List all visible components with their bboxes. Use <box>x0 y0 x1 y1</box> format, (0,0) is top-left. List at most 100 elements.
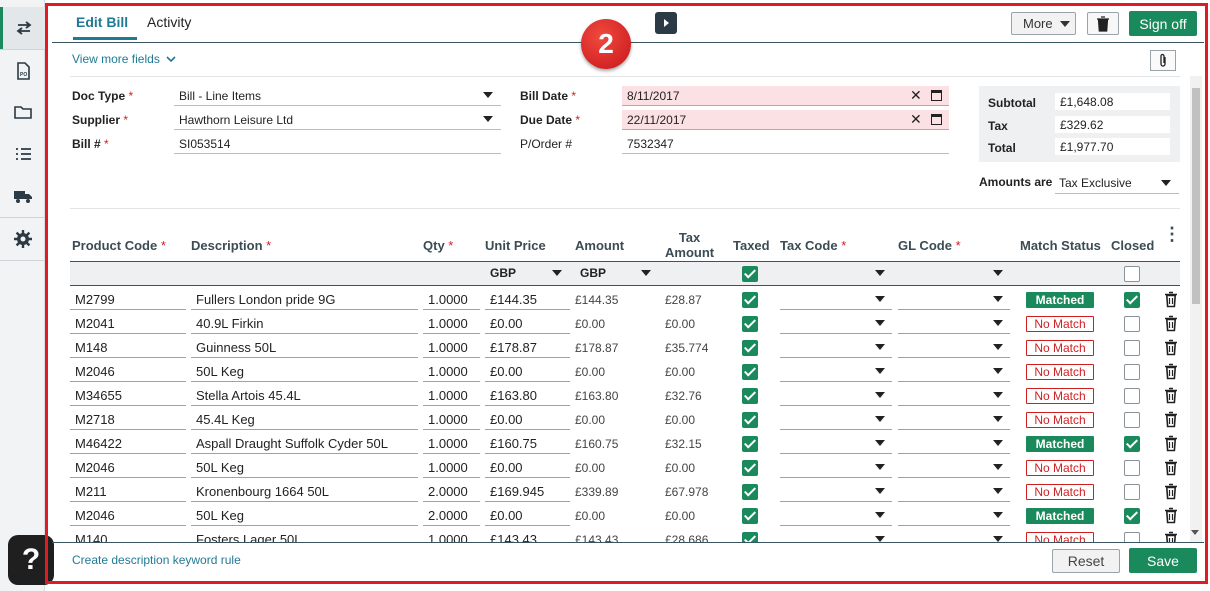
trash-icon[interactable] <box>1164 291 1178 308</box>
qty-input[interactable]: 1.0000 <box>423 458 480 478</box>
bill-date-input[interactable]: 8/11/2017 <box>622 86 949 106</box>
scrollbar-thumb[interactable] <box>1192 88 1200 304</box>
match-status-badge[interactable]: No Match <box>1026 388 1094 404</box>
product-code-input[interactable]: M2718 <box>70 410 186 430</box>
match-status-badge[interactable]: No Match <box>1026 484 1094 500</box>
trash-icon[interactable] <box>1164 459 1178 476</box>
taxed-all-checkbox[interactable] <box>742 266 758 282</box>
chevron-down-icon[interactable] <box>993 320 1003 326</box>
match-status-badge[interactable]: Matched <box>1026 508 1094 524</box>
description-input[interactable]: Kronenbourg 1664 50L <box>191 482 418 502</box>
unit-price-input[interactable]: £0.00 <box>485 410 570 430</box>
taxed-checkbox[interactable] <box>742 340 758 356</box>
product-code-input[interactable]: M46422 <box>70 434 186 454</box>
closed-all-checkbox[interactable] <box>1124 266 1140 282</box>
match-status-badge[interactable]: Matched <box>1026 292 1094 308</box>
qty-input[interactable]: 1.0000 <box>423 386 480 406</box>
gear-icon[interactable] <box>0 218 45 260</box>
chevron-down-icon[interactable] <box>1161 180 1171 186</box>
closed-checkbox[interactable] <box>1124 412 1140 428</box>
view-more-fields-link[interactable]: View more fields <box>72 52 176 66</box>
chevron-down-icon[interactable] <box>552 270 562 276</box>
unit-price-input[interactable]: £160.75 <box>485 434 570 454</box>
create-keyword-rule-link[interactable]: Create description keyword rule <box>72 553 241 567</box>
description-input[interactable]: 40.9L Firkin <box>191 314 418 334</box>
unit-price-input[interactable]: £0.00 <box>485 458 570 478</box>
product-code-input[interactable]: M211 <box>70 482 186 502</box>
chevron-down-icon[interactable] <box>993 440 1003 446</box>
list-icon[interactable] <box>0 133 45 175</box>
porder-input[interactable]: 7532347 <box>622 134 949 154</box>
calendar-icon[interactable] <box>931 114 942 125</box>
qty-input[interactable]: 2.0000 <box>423 506 480 526</box>
unit-price-input[interactable]: £169.945 <box>485 482 570 502</box>
unit-price-input[interactable]: £163.80 <box>485 386 570 406</box>
closed-checkbox[interactable] <box>1124 388 1140 404</box>
unit-price-input[interactable]: £143.43 <box>485 530 570 542</box>
taxed-checkbox[interactable] <box>742 364 758 380</box>
taxed-checkbox[interactable] <box>742 316 758 332</box>
closed-checkbox[interactable] <box>1124 532 1140 542</box>
match-status-badge[interactable]: Matched <box>1026 436 1094 452</box>
unit-price-input[interactable]: £178.87 <box>485 338 570 358</box>
sign-off-button[interactable]: Sign off <box>1129 11 1197 36</box>
match-status-badge[interactable]: No Match <box>1026 364 1094 380</box>
chevron-down-icon[interactable] <box>875 392 885 398</box>
qty-input[interactable]: 1.0000 <box>423 410 480 430</box>
product-code-input[interactable]: M140 <box>70 530 186 542</box>
product-code-input[interactable]: M2799 <box>70 290 186 310</box>
truck-icon[interactable] <box>0 175 45 217</box>
closed-checkbox[interactable] <box>1124 436 1140 452</box>
col-match-status[interactable]: Match Status <box>1020 238 1101 253</box>
tab-activity[interactable]: Activity <box>147 14 191 30</box>
due-date-input[interactable]: 22/11/2017 <box>622 110 949 130</box>
chevron-down-icon[interactable] <box>993 344 1003 350</box>
folder-icon[interactable] <box>0 91 45 133</box>
col-unit-price[interactable]: Unit Price <box>485 238 546 253</box>
bill-number-input[interactable]: SI053514 <box>174 134 501 154</box>
chevron-down-icon[interactable] <box>993 368 1003 374</box>
product-code-input[interactable]: M2046 <box>70 362 186 382</box>
closed-checkbox[interactable] <box>1124 460 1140 476</box>
description-input[interactable]: 50L Keg <box>191 362 418 382</box>
chevron-down-icon[interactable] <box>875 464 885 470</box>
taxed-checkbox[interactable] <box>742 460 758 476</box>
chevron-down-icon[interactable] <box>875 440 885 446</box>
scroll-down-arrow-icon[interactable] <box>1191 530 1199 535</box>
swap-arrows-icon[interactable] <box>0 7 45 49</box>
gl-code-filter-caret[interactable] <box>993 270 1003 276</box>
chevron-down-icon[interactable] <box>875 344 885 350</box>
qty-input[interactable]: 1.0000 <box>423 530 480 542</box>
amount-currency-select[interactable]: GBP <box>580 266 606 280</box>
col-tax-amount[interactable]: Tax Amount <box>665 230 714 260</box>
qty-input[interactable]: 1.0000 <box>423 362 480 382</box>
tab-edit-bill[interactable]: Edit Bill <box>76 14 128 30</box>
match-status-badge[interactable]: No Match <box>1026 412 1094 428</box>
closed-checkbox[interactable] <box>1124 484 1140 500</box>
chevron-down-icon[interactable] <box>993 392 1003 398</box>
trash-icon[interactable] <box>1164 411 1178 428</box>
product-code-input[interactable]: M2046 <box>70 458 186 478</box>
trash-icon[interactable] <box>1164 315 1178 332</box>
trash-icon[interactable] <box>1164 531 1178 542</box>
description-input[interactable]: 50L Keg <box>191 458 418 478</box>
more-button[interactable]: More <box>1011 12 1076 35</box>
clear-icon[interactable]: ✕ <box>910 87 922 104</box>
save-button[interactable]: Save <box>1129 548 1197 573</box>
qty-input[interactable]: 1.0000 <box>423 290 480 310</box>
match-status-badge[interactable]: No Match <box>1026 340 1094 356</box>
col-taxed[interactable]: Taxed <box>733 238 770 253</box>
product-code-input[interactable]: M2041 <box>70 314 186 334</box>
description-input[interactable]: 50L Keg <box>191 506 418 526</box>
taxed-checkbox[interactable] <box>742 484 758 500</box>
description-input[interactable]: 45.4L Keg <box>191 410 418 430</box>
chevron-down-icon[interactable] <box>993 488 1003 494</box>
product-code-input[interactable]: M148 <box>70 338 186 358</box>
description-input[interactable]: Guinness 50L <box>191 338 418 358</box>
trash-icon[interactable] <box>1164 507 1178 524</box>
col-gl-code[interactable]: GL Code * <box>898 238 961 253</box>
chevron-down-icon[interactable] <box>875 296 885 302</box>
col-product-code[interactable]: Product Code * <box>72 238 166 253</box>
taxed-checkbox[interactable] <box>742 292 758 308</box>
col-description[interactable]: Description * <box>191 238 271 253</box>
